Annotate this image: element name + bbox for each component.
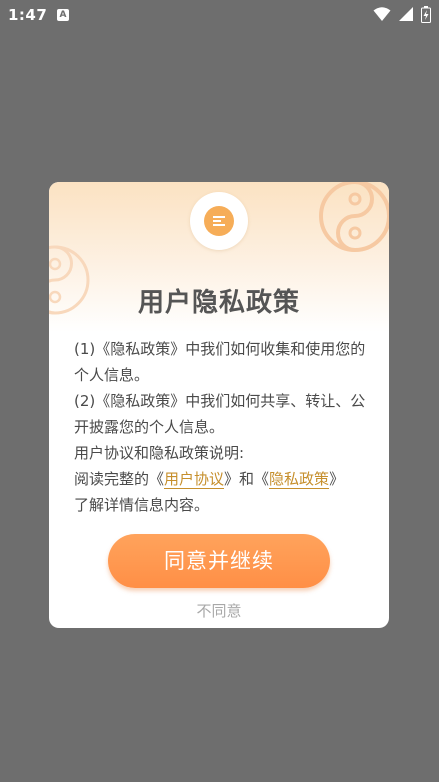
user-agreement-link[interactable]: 用户协议 bbox=[164, 470, 225, 489]
policy-paragraph-1: (1)《隐私政策》中我们如何收集和使用您的个人信息。 bbox=[74, 340, 366, 384]
agree-continue-button[interactable]: 同意并继续 bbox=[108, 534, 330, 588]
privacy-policy-link[interactable]: 隐私政策 bbox=[269, 470, 330, 489]
signal-icon bbox=[399, 7, 414, 21]
wifi-icon bbox=[373, 7, 391, 21]
notification-icon: A bbox=[57, 9, 69, 21]
dialog-title: 用户隐私政策 bbox=[137, 288, 300, 318]
dialog-body: (1)《隐私政策》中我们如何收集和使用您的个人信息。 (2)《隐私政策》中我们如… bbox=[74, 336, 374, 518]
disagree-button[interactable]: 不同意 bbox=[49, 600, 389, 621]
yin-yang-decoration-icon bbox=[319, 182, 389, 252]
status-indicators bbox=[371, 6, 431, 24]
status-bar: 1:47 A bbox=[0, 0, 439, 30]
policy-paragraph-2: (2)《隐私政策》中我们如何共享、转让、公开披露您的个人信息。 bbox=[74, 392, 366, 436]
status-time: 1:47 bbox=[8, 6, 48, 24]
policy-paragraph-end: 了解详情信息内容。 bbox=[74, 496, 210, 514]
privacy-dialog: 用户隐私政策 (1)《隐私政策》中我们如何收集和使用您的个人信息。 (2)《隐私… bbox=[49, 182, 389, 628]
document-icon bbox=[190, 192, 248, 250]
policy-paragraph-3: 用户协议和隐私政策说明: bbox=[74, 444, 245, 462]
policy-links-line: 阅读完整的《用户协议》和《隐私政策》 bbox=[74, 470, 345, 489]
battery-icon bbox=[421, 6, 431, 23]
